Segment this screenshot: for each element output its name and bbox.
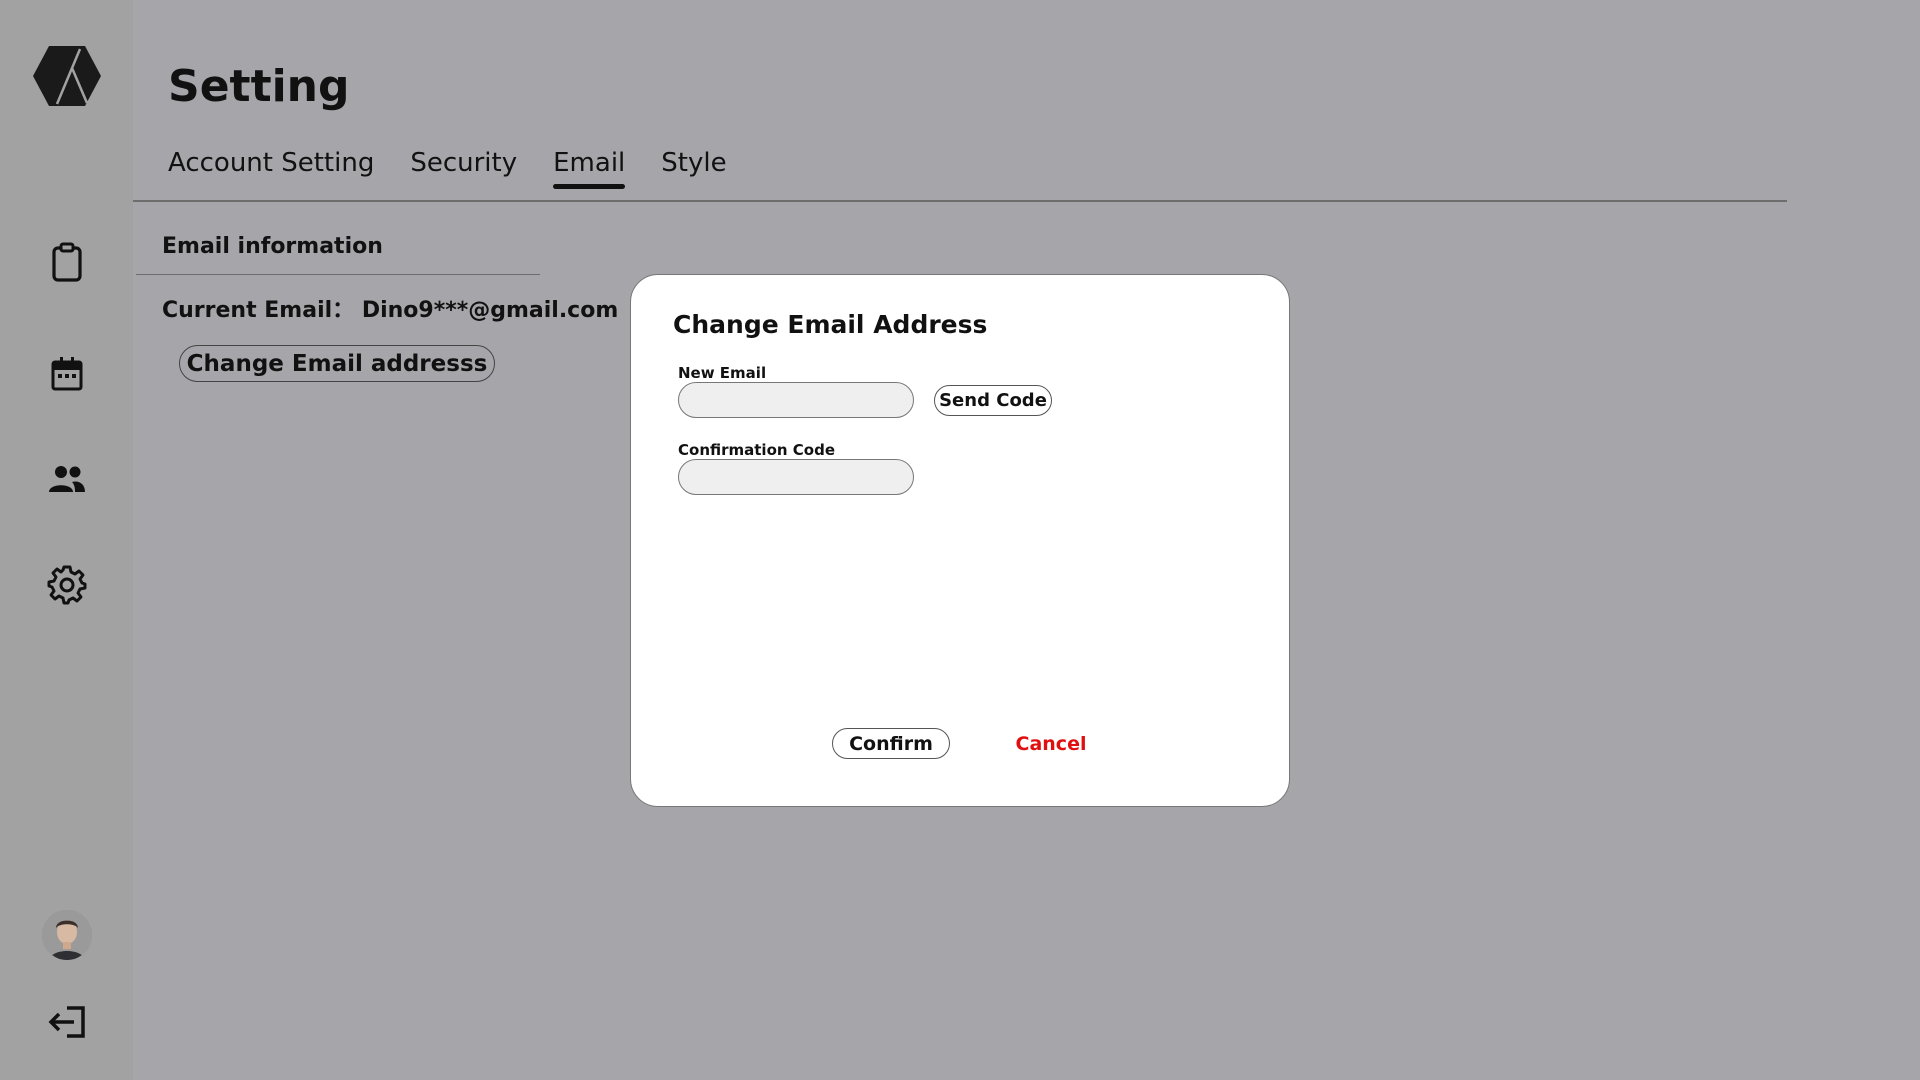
confirmation-code-label: Confirmation Code: [678, 441, 836, 459]
send-code-button[interactable]: Send Code: [934, 385, 1052, 416]
user-avatar-button[interactable]: [0, 909, 133, 961]
sidebar: [0, 0, 133, 1080]
page-title: Setting: [168, 61, 350, 112]
current-email-value: Dino9***@gmail.com: [361, 298, 619, 323]
new-email-field[interactable]: [678, 382, 914, 418]
calendar-icon: [51, 357, 82, 391]
tab-security[interactable]: Security: [410, 143, 517, 183]
change-email-modal: Change Email Address New Email Send Code…: [630, 274, 1290, 807]
sidebar-item-tasks[interactable]: [0, 240, 133, 284]
sidebar-item-people[interactable]: [0, 457, 133, 501]
user-avatar: [41, 910, 92, 960]
tab-email[interactable]: Email: [553, 143, 626, 189]
new-email-label: New Email: [678, 364, 767, 382]
gear-icon: [47, 565, 86, 605]
settings-page: Setting Account Setting Security Email S…: [0, 0, 1920, 1080]
section-title: Email information: [162, 234, 383, 259]
confirmation-code-field[interactable]: [678, 459, 914, 495]
cancel-button[interactable]: Cancel: [1001, 728, 1101, 759]
tab-account-setting[interactable]: Account Setting: [168, 143, 374, 183]
app-logo[interactable]: [0, 44, 133, 108]
people-icon: [48, 466, 85, 492]
current-email-label: Current Email：: [162, 298, 355, 323]
tabs-divider: [133, 200, 1787, 202]
section-divider: [136, 274, 540, 275]
modal-title: Change Email Address: [673, 310, 988, 339]
logout-button[interactable]: [0, 1000, 133, 1044]
settings-tabs: Account Setting Security Email Style: [168, 143, 763, 189]
current-email: Current Email： Dino9***@gmail.com: [162, 296, 618, 326]
confirm-button[interactable]: Confirm: [832, 728, 950, 759]
tab-style[interactable]: Style: [661, 143, 726, 183]
change-email-button[interactable]: Change Email addresss: [179, 345, 495, 382]
hexagon-logo-icon: [32, 46, 101, 106]
logout-icon: [48, 1006, 85, 1038]
avatar: [41, 910, 92, 960]
clipboard-icon: [51, 242, 82, 282]
sidebar-item-settings[interactable]: [0, 562, 133, 608]
sidebar-item-calendar[interactable]: [0, 352, 133, 396]
